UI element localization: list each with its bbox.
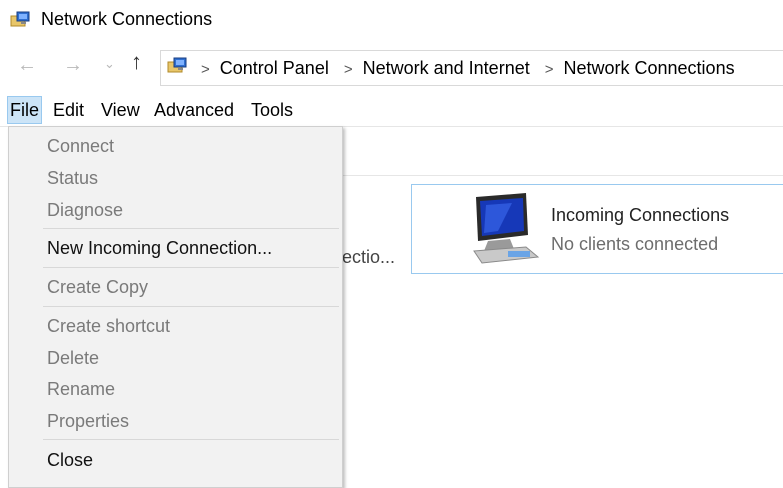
incoming-connections-item[interactable]: Incoming Connections No clients connecte… xyxy=(411,184,783,274)
menu-item-close[interactable]: Close xyxy=(47,450,93,471)
address-bar[interactable]: > Control Panel > Network and Internet > Ne… xyxy=(160,50,783,86)
menu-item-diagnose[interactable]: Diagnose xyxy=(47,200,123,221)
breadcrumb-network-and-internet[interactable]: Network and Internet xyxy=(363,58,530,78)
menu-separator xyxy=(43,267,339,268)
connection-name: Incoming Connections xyxy=(551,205,730,225)
menu-item-delete[interactable]: Delete xyxy=(47,348,99,369)
network-connections-icon xyxy=(10,10,32,30)
menu-item-new-incoming-connection[interactable]: New Incoming Connection... xyxy=(47,238,272,259)
network-connections-icon xyxy=(167,56,189,76)
command-bar xyxy=(340,127,783,176)
window-title: Network Connections xyxy=(41,9,213,29)
computer-monitor-icon xyxy=(468,191,544,265)
recent-locations-icon[interactable]: ⌄ xyxy=(104,54,115,74)
menu-item-status[interactable]: Status xyxy=(47,168,98,189)
menu-view[interactable]: View xyxy=(99,96,142,124)
chevron-right-icon[interactable]: > xyxy=(545,61,554,78)
truncated-connection-label: ectio... xyxy=(342,247,396,267)
file-menu-dropdown: Connect Status Diagnose New Incoming Con… xyxy=(8,126,343,488)
forward-arrow-icon[interactable]: → xyxy=(63,55,83,75)
menu-separator xyxy=(43,228,339,229)
menu-edit[interactable]: Edit xyxy=(51,96,86,124)
menu-item-rename[interactable]: Rename xyxy=(47,379,115,400)
menu-advanced[interactable]: Advanced xyxy=(152,96,236,124)
menu-file[interactable]: File xyxy=(7,96,43,124)
breadcrumb-network-connections[interactable]: Network Connections xyxy=(564,58,735,78)
chevron-right-icon[interactable]: > xyxy=(201,61,210,78)
up-arrow-icon[interactable]: ↑ xyxy=(131,51,142,73)
menu-item-connect[interactable]: Connect xyxy=(47,136,114,157)
back-arrow-icon[interactable]: ← xyxy=(17,55,37,75)
breadcrumb: > Control Panel > Network and Internet > Ne… xyxy=(199,58,743,79)
chevron-right-icon[interactable]: > xyxy=(344,61,353,78)
menu-item-properties[interactable]: Properties xyxy=(47,411,129,432)
menu-item-create-copy[interactable]: Create Copy xyxy=(47,277,148,298)
breadcrumb-control-panel[interactable]: Control Panel xyxy=(220,58,329,78)
menu-item-create-shortcut[interactable]: Create shortcut xyxy=(47,316,170,337)
navigation-bar: ← → ⌄ ↑ > Control Panel > Network and Inte… xyxy=(0,48,783,86)
menu-separator xyxy=(43,439,339,440)
title-bar: Network Connections xyxy=(0,0,783,40)
menu-tools[interactable]: Tools xyxy=(249,96,295,124)
connection-status: No clients connected xyxy=(551,234,719,254)
menu-separator xyxy=(43,306,339,307)
menu-bar: File Edit View Advanced Tools xyxy=(0,96,783,127)
